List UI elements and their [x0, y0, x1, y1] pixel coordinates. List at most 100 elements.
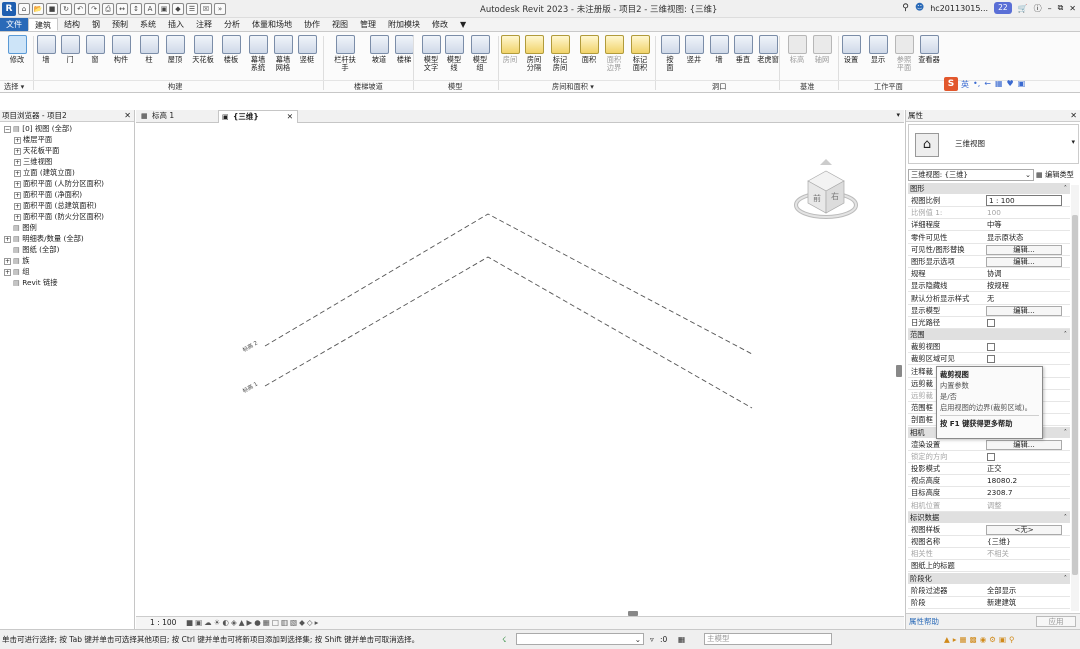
property-row[interactable]: 相关性 不相关 — [908, 548, 1070, 561]
level-2-line[interactable] — [264, 213, 753, 355]
ribbon-tab[interactable]: 体量和场地 — [246, 18, 298, 31]
type-selector[interactable]: ⌂ 三维视图 ▾ — [908, 124, 1079, 164]
ime-tool-icon[interactable]: ← — [984, 79, 991, 90]
close-icon[interactable]: ✕ — [124, 110, 131, 121]
property-row[interactable]: 图纸上的标题 — [908, 560, 1070, 573]
tab-3d-view[interactable]: ▣ {三维} ✕ — [218, 110, 298, 123]
more-icon[interactable]: » — [214, 3, 226, 15]
properties-scrollbar[interactable] — [1071, 185, 1079, 611]
tree-item[interactable]: + 楼层平面 — [0, 134, 134, 145]
status-tool-icons[interactable]: ▲▸▦▩◉⚙▣⚲ — [944, 630, 1018, 649]
property-value[interactable]: 全部显示 — [987, 585, 1016, 596]
property-row[interactable]: 日光路径 — [908, 317, 1070, 329]
ribbon-tool[interactable]: 柱 — [135, 35, 163, 64]
chevron-down-icon[interactable]: ⌄ — [635, 630, 641, 649]
ribbon-tool[interactable]: 模型组 — [466, 35, 494, 72]
property-row[interactable]: 可见性/图形替换 编辑... — [908, 244, 1070, 256]
viewcube[interactable]: 前 右 — [794, 159, 858, 219]
ime-tool-icon[interactable]: ♥ — [1007, 79, 1014, 90]
view-scale[interactable]: 1 : 100 — [150, 617, 176, 629]
expand-toggle-icon[interactable]: + — [4, 268, 11, 276]
3d-view-icon[interactable]: ▣ — [158, 3, 170, 15]
ribbon-tool[interactable]: 竖梃 — [293, 35, 321, 64]
ribbon-tab[interactable]: 插入 — [162, 18, 190, 31]
property-row[interactable]: 零件可见性 显示原状态 — [908, 232, 1070, 244]
property-edit-button[interactable]: 编辑... — [986, 439, 1062, 450]
property-value[interactable]: {三维} — [987, 536, 1011, 547]
expand-toggle-icon[interactable]: + — [4, 235, 11, 243]
property-row[interactable]: 锁定的方向 — [908, 451, 1070, 463]
ribbon-tool[interactable]: 显示 — [864, 35, 892, 64]
property-value[interactable]: 显示原状态 — [987, 232, 1023, 243]
ribbon-tool[interactable]: 楼板 — [217, 35, 245, 64]
chevron-down-icon[interactable]: ▾ — [1071, 138, 1075, 146]
property-group[interactable]: 阶段化 ˄ — [908, 572, 1070, 584]
close-icon[interactable]: ✕ — [1069, 4, 1076, 13]
expand-toggle-icon[interactable]: + — [14, 213, 21, 221]
property-value[interactable]: 按规程 — [987, 280, 1009, 291]
tree-item[interactable]: + 面积平面 (总建筑面积) — [0, 200, 134, 211]
tree-item[interactable]: + ▤ 组 — [0, 266, 134, 277]
ribbon-tool[interactable]: 标高 — [783, 35, 811, 64]
property-checkbox[interactable] — [987, 452, 995, 461]
ribbon-tool[interactable]: 面积 — [575, 35, 603, 64]
collapse-icon[interactable]: ˄ — [1064, 427, 1067, 438]
notification-badge[interactable]: 22 — [994, 2, 1012, 14]
open-icon[interactable]: 📂 — [32, 3, 44, 15]
section-icon[interactable]: ◆ — [172, 3, 184, 15]
expand-toggle-icon[interactable]: + — [14, 136, 21, 144]
workset-selector[interactable]: ⌄ — [516, 633, 644, 645]
close-icon[interactable]: ✕ — [1070, 110, 1077, 121]
property-value[interactable]: 正交 — [987, 463, 1002, 474]
ribbon-tab[interactable]: 附加模块 — [382, 18, 426, 31]
property-group[interactable]: 范围 ˄ — [908, 329, 1070, 341]
ribbon-tool[interactable]: 门 — [56, 35, 84, 64]
property-row[interactable]: 比例值 1: 100 — [908, 207, 1070, 220]
design-option-selector[interactable]: 主模型 — [704, 633, 832, 645]
ribbon-tab[interactable]: 管理 — [354, 18, 382, 31]
properties-help-link[interactable]: 属性帮助 — [909, 614, 939, 629]
ribbon-tab[interactable]: 钢 — [86, 18, 106, 31]
property-edit-button[interactable]: <无> — [986, 524, 1062, 535]
filter-icon[interactable]: ▿ — [650, 630, 654, 649]
search-icon[interactable]: ⚲ — [902, 3, 909, 13]
property-row[interactable]: 规程 协调 — [908, 268, 1070, 281]
ribbon-tool[interactable]: 天花板 — [189, 35, 217, 64]
expand-toggle-icon[interactable]: + — [4, 257, 11, 265]
ribbon-tool[interactable]: 垂直 — [729, 35, 757, 64]
property-value[interactable]: 协调 — [987, 268, 1002, 279]
collapse-icon[interactable]: ˄ — [1064, 512, 1067, 523]
cart-icon[interactable]: 🛒 — [1018, 4, 1028, 13]
level-1-line[interactable] — [264, 256, 753, 409]
tree-item[interactable]: + 面积平面 (人防分区面积) — [0, 178, 134, 189]
ribbon-tool[interactable]: 轴网 — [808, 35, 836, 64]
ribbon-panel-label[interactable]: 选择 ▾ — [4, 82, 24, 92]
property-row[interactable]: 投影模式 正交 — [908, 463, 1070, 475]
tree-item[interactable]: + ▤ 明细表/数量 (全部) — [0, 233, 134, 244]
scrollbar-thumb[interactable] — [1072, 215, 1078, 575]
ribbon-tool[interactable]: 标记 房间 — [546, 35, 574, 72]
ribbon-tab[interactable]: ▼ — [454, 18, 472, 31]
property-row[interactable]: 默认分析显示样式 无 — [908, 293, 1070, 305]
user-icon[interactable]: ☻ — [915, 3, 924, 13]
property-value[interactable]: 1 : 100 — [986, 195, 1062, 206]
edit-type-button[interactable]: ▦ 编辑类型 — [1036, 169, 1074, 181]
property-row[interactable]: 渲染设置 编辑... — [908, 439, 1070, 451]
property-row[interactable]: 阶段 新建建筑 — [908, 597, 1070, 609]
level-1-label[interactable]: 标高 1 — [241, 380, 259, 395]
redo-icon[interactable]: ↷ — [88, 3, 100, 15]
ribbon-tab[interactable]: 系统 — [134, 18, 162, 31]
workset-icon[interactable]: ☇ — [502, 630, 506, 649]
collapse-icon[interactable]: ˄ — [1064, 329, 1067, 340]
ime-tool-icon[interactable]: 英 — [961, 79, 969, 90]
expand-toggle-icon[interactable]: − — [4, 125, 11, 133]
ribbon-tab[interactable]: 建筑 — [28, 18, 58, 31]
ribbon-tab[interactable]: 协作 — [298, 18, 326, 31]
property-value[interactable]: 无 — [987, 293, 994, 304]
property-row[interactable]: 目标高度 2308.7 — [908, 487, 1070, 500]
tree-item[interactable]: ▤ 图纸 (全部) — [0, 244, 134, 255]
tree-item[interactable]: + 三维视图 — [0, 156, 134, 167]
ribbon-tab[interactable]: 文件 — [0, 18, 28, 31]
property-edit-button[interactable]: 编辑... — [986, 305, 1062, 316]
ribbon-panel-label[interactable]: 房间和面积 ▾ — [552, 82, 594, 92]
